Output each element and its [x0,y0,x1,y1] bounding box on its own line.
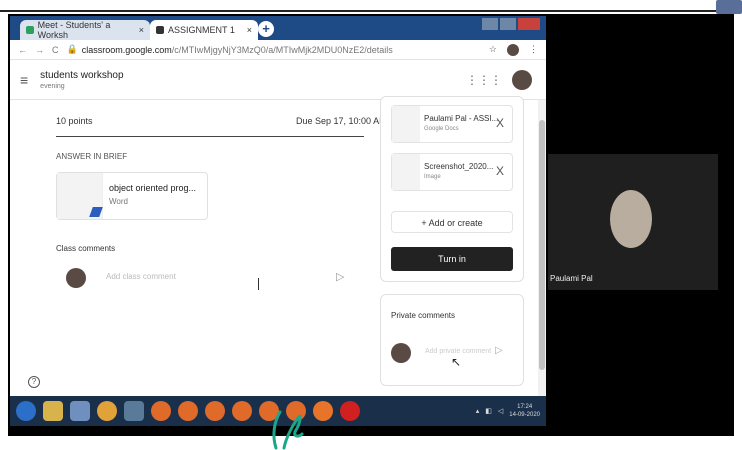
opera-icon[interactable] [340,401,360,421]
system-tray: ▴ ◧ ◁ 17:24 14-09-2020 [476,403,540,419]
remove-file-icon[interactable]: X [496,116,504,130]
chrome-icon[interactable] [151,401,171,421]
close-icon[interactable]: × [139,25,144,35]
send-icon[interactable]: ▷ [336,270,344,283]
add-or-create-button[interactable]: + Add or create [391,211,513,233]
tab-label: Meet - Students' a Worksh [37,20,111,40]
participant-video [610,190,652,248]
start-icon[interactable] [16,401,36,421]
meet-icon [26,26,34,34]
text-cursor [258,278,259,290]
divider [56,136,364,137]
assignment-content: 10 points Due Sep 17, 10:00 AM ANSWER IN… [10,96,538,396]
chrome-icon[interactable] [232,401,252,421]
file-type: Image [424,174,441,180]
menu-icon[interactable]: ⋮ [529,44,538,55]
tab-meet[interactable]: Meet - Students' a Worksh × [20,20,150,40]
attachment-name: object oriented prog... [109,183,197,193]
avatar [391,343,411,363]
remove-file-icon[interactable]: X [496,164,504,178]
chrome-icon[interactable] [205,401,225,421]
scrollbar-thumb[interactable] [539,120,545,370]
participant-tile[interactable]: Paulami Pal [548,154,718,290]
bottom-margin [0,436,742,450]
file-name: Screenshot_2020... [424,162,494,171]
turn-in-button[interactable]: Turn in [391,247,513,271]
class-comment-input[interactable]: Add class comment [96,266,330,288]
classroom-icon [156,26,164,34]
mouse-pointer-icon: ↖ [451,355,462,369]
account-avatar[interactable] [512,70,532,90]
address-bar[interactable]: ← → C 🔒 classroom.google.com/c/MTIwMjgyN… [10,40,546,60]
private-comments-label: Private comments [391,311,456,320]
clock-date: 14-09-2020 [509,412,540,418]
star-icon[interactable]: ☆ [489,44,497,55]
profile-avatar[interactable] [507,43,519,56]
chrome-icon[interactable] [178,401,198,421]
attachment-thumbnail [57,173,103,219]
clock[interactable]: 17:24 14-09-2020 [509,403,540,419]
file-name: Paulami Pal - ASSI... [424,114,499,123]
browser-window: Meet - Students' a Worksh × ASSIGNMENT 1… [10,16,546,396]
corner-thumbnail [716,0,742,14]
annotation-scribble [272,410,304,450]
class-title[interactable]: students workshop [40,70,123,81]
participant-name: Paulami Pal [550,274,593,283]
page-scrollbar[interactable] [538,100,546,396]
hamburger-menu-icon[interactable]: ≡ [20,72,28,88]
apps-grid-icon[interactable]: ⋮⋮⋮ [466,73,502,87]
right-edge [734,14,742,436]
class-subtitle: evening [40,82,65,90]
firefox-icon[interactable] [313,401,333,421]
help-icon[interactable]: ? [28,376,40,388]
forward-icon[interactable]: → [35,45,44,55]
top-border [0,0,742,12]
avatar [66,268,86,288]
screen-frame: Meet - Students' a Worksh × ASSIGNMENT 1… [0,0,742,450]
app-icon[interactable] [124,401,144,421]
class-comment-row: Add class comment ▷ [66,266,366,290]
new-tab-button[interactable]: + [258,21,274,37]
tray-arrow-icon[interactable]: ▴ [476,407,480,415]
attachment-type: Word [109,197,128,206]
due-date: Due Sep 17, 10:00 AM [296,116,387,126]
app-icon[interactable] [97,401,117,421]
url-text: classroom.google.com/c/MTIwMjgyNjY3MzQ0/… [81,44,393,55]
points-label: 10 points [56,116,93,126]
word-icon [89,207,103,217]
close-window-button[interactable] [518,18,540,30]
reload-icon[interactable]: C [52,45,59,55]
back-icon[interactable]: ← [18,45,27,55]
maximize-button[interactable] [500,18,516,30]
app-icon[interactable] [70,401,90,421]
network-icon[interactable]: ◧ [485,407,492,415]
your-work-card: Paulami Pal - ASSI... Google Docs X Scre… [380,96,524,282]
file-type: Google Docs [424,126,459,132]
submitted-file[interactable]: Screenshot_2020... Image X [391,153,513,191]
send-icon[interactable]: ▷ [495,345,503,356]
private-comments-card: Private comments Add private comment ▷ ↖ [380,294,524,386]
tab-strip: Meet - Students' a Worksh × ASSIGNMENT 1… [10,16,546,40]
minimize-button[interactable] [482,18,498,30]
tab-assignment[interactable]: ASSIGNMENT 1 × [150,20,258,40]
instructions-text: ANSWER IN BRIEF [56,152,128,161]
class-comments-label: Class comments [56,244,116,253]
lock-icon: 🔒 [66,44,78,54]
close-icon[interactable]: × [247,25,252,35]
classroom-app-bar: ≡ students workshop evening ⋮⋮⋮ [10,60,546,100]
attachment-card[interactable]: object oriented prog... Word [56,172,208,220]
clock-time: 17:24 [517,404,533,410]
file-thumbnail [392,106,420,142]
window-controls [482,18,540,30]
private-comment-input[interactable]: Add private comment [417,341,507,363]
file-thumbnail [392,154,420,190]
file-explorer-icon[interactable] [43,401,63,421]
tab-label: ASSIGNMENT 1 [168,25,235,35]
submitted-file[interactable]: Paulami Pal - ASSI... Google Docs X [391,105,513,143]
volume-icon[interactable]: ◁ [498,407,503,415]
